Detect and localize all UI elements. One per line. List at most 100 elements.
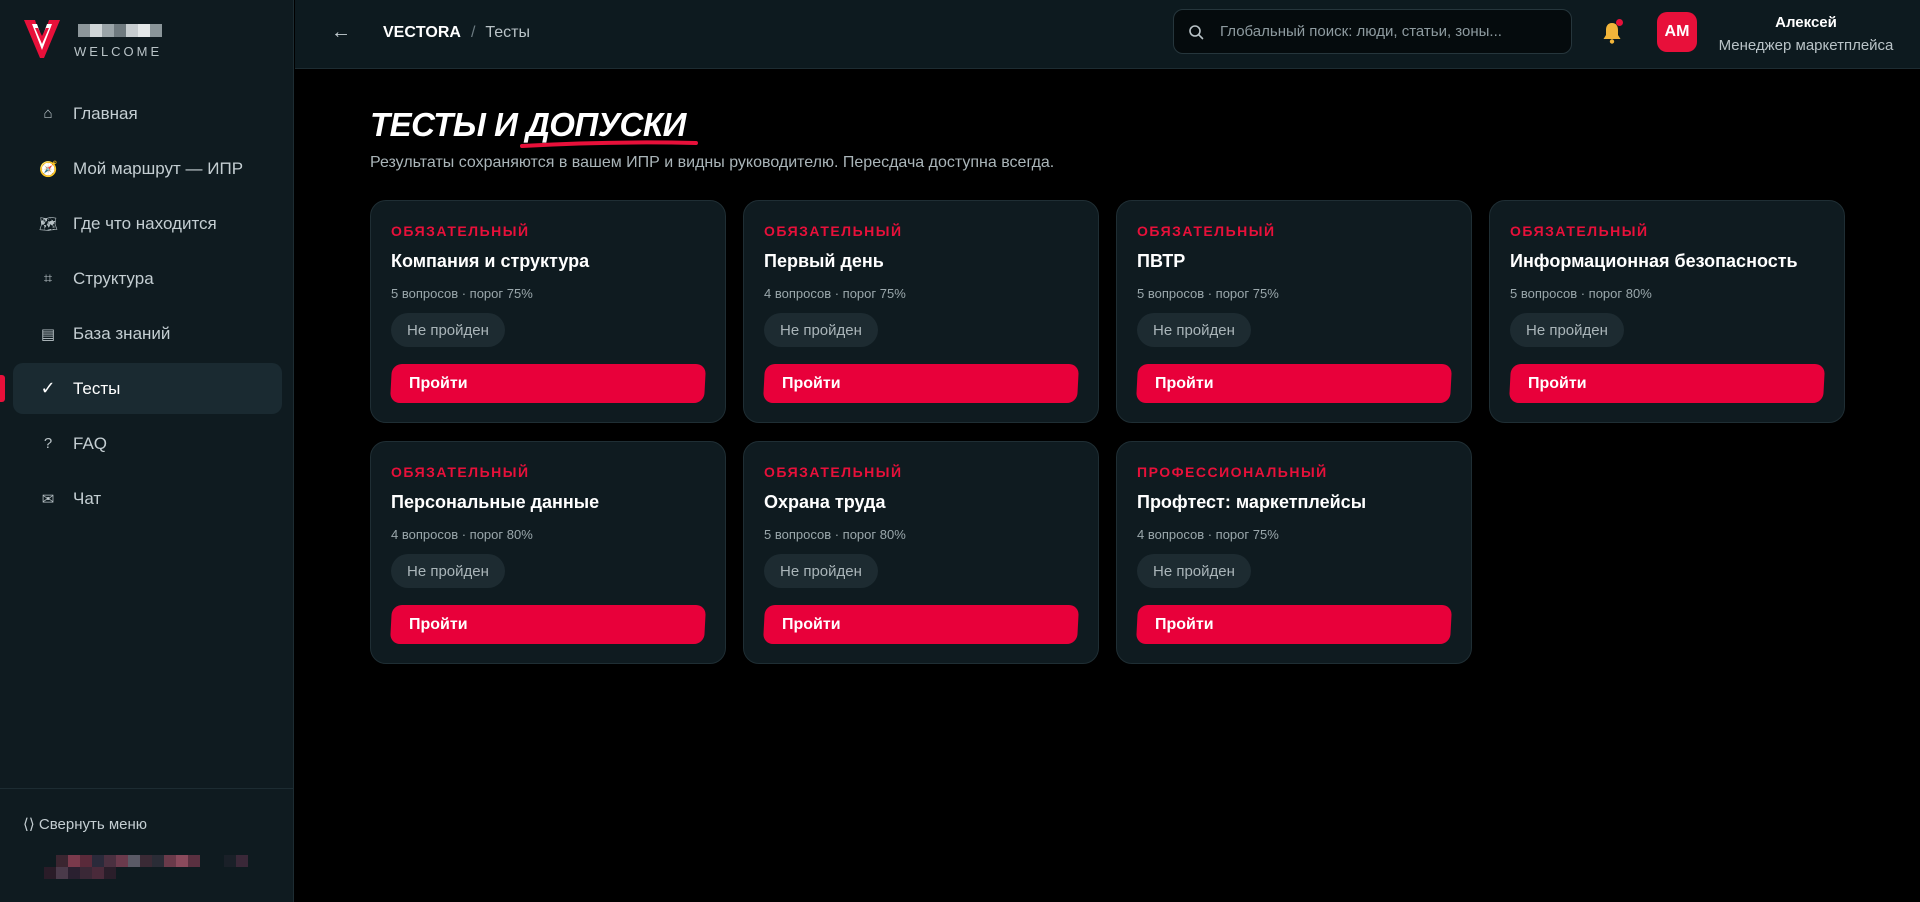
check-icon: ✓: [40, 378, 56, 398]
map-icon: 🗺: [39, 215, 59, 233]
sidebar-divider: [0, 788, 294, 789]
grid-icon: ⌗: [43, 270, 53, 287]
sidebar-item-map[interactable]: 🗺 Где что находится: [13, 198, 282, 249]
sidebar-item-label: Тесты: [73, 378, 121, 398]
test-tag: ОБЯЗАТЕЛЬНЫЙ: [391, 464, 530, 480]
test-card: ОБЯЗАТЕЛЬНЫЙ ПВТР 5 вопросов · порог 75%…: [1116, 200, 1472, 423]
test-card: ОБЯЗАТЕЛЬНЫЙ Компания и структура 5 вопр…: [370, 200, 726, 423]
start-test-button[interactable]: Пройти: [389, 364, 707, 403]
test-meta: 5 вопросов · порог 75%: [1137, 286, 1279, 301]
status-badge: Не пройден: [1510, 313, 1624, 347]
button-label: Пройти: [1155, 374, 1214, 392]
status-badge: Не пройден: [391, 554, 505, 588]
breadcrumb: VECTORA / Тесты: [383, 24, 530, 42]
question-icon: ?: [43, 435, 53, 452]
page-title: ТЕСТЫ И ДОПУСКИ: [370, 106, 686, 143]
book-icon: ▤: [40, 325, 56, 343]
start-test-button[interactable]: Пройти: [1135, 364, 1453, 403]
sidebar-nav: ⌂ Главная 🧭 Мой маршрут — ИПР 🗺 Где что …: [0, 88, 282, 528]
status-badge: Не пройден: [1137, 313, 1251, 347]
button-label: Пройти: [1155, 615, 1214, 633]
test-title: Персональные данные: [391, 492, 600, 512]
compass-icon: 🧭: [39, 160, 58, 178]
breadcrumb-root[interactable]: VECTORA: [383, 24, 461, 42]
sidebar-item-label: Структура: [73, 268, 154, 288]
sidebar-item-label: Где что находится: [73, 213, 217, 233]
status-badge: Не пройден: [391, 313, 505, 347]
notification-dot: [1616, 19, 1623, 26]
test-meta: 5 вопросов · порог 80%: [1510, 286, 1652, 301]
brand-welcome: WELCOME: [74, 44, 163, 59]
breadcrumb-current: Тесты: [485, 24, 530, 41]
test-tag: ОБЯЗАТЕЛЬНЫЙ: [764, 223, 903, 239]
logo-pixel-mark: [78, 24, 162, 37]
home-icon: ⌂: [43, 105, 53, 122]
test-title: Профтест: маркетплейсы: [1137, 492, 1367, 512]
sidebar-item-label: Главная: [73, 103, 138, 123]
status-badge: Не пройден: [764, 554, 878, 588]
global-search[interactable]: [1173, 9, 1572, 54]
status-badge: Не пройден: [1137, 554, 1251, 588]
test-card: ОБЯЗАТЕЛЬНЫЙ Персональные данные 4 вопро…: [370, 441, 726, 664]
test-meta: 4 вопросов · порог 80%: [391, 527, 533, 542]
breadcrumb-separator: /: [470, 24, 476, 41]
sidebar-item-tests[interactable]: ✓ Тесты: [0, 363, 282, 414]
start-test-button[interactable]: Пройти: [1135, 605, 1453, 644]
sidebar-item-chat[interactable]: ✉ Чат: [13, 473, 282, 524]
button-label: Пройти: [782, 374, 841, 392]
sidebar-item-structure[interactable]: ⌗ Структура: [13, 253, 282, 304]
test-card: ОБЯЗАТЕЛЬНЫЙ Информационная безопасность…: [1489, 200, 1845, 423]
sidebar-item-knowledge-base[interactable]: ▤ База знаний: [13, 308, 282, 359]
button-label: Пройти: [1528, 374, 1587, 392]
user-role: Менеджер маркетплейса: [1718, 37, 1894, 54]
test-title: Информационная безопасность: [1510, 251, 1798, 271]
page-subtitle: Результаты сохраняются в вашем ИПР и вид…: [370, 154, 1055, 171]
button-label: Пройти: [782, 615, 841, 633]
sidebar-item-route[interactable]: 🧭 Мой маршрут — ИПР: [13, 143, 282, 194]
test-title: Охрана труда: [764, 492, 886, 512]
top-header: ← VECTORA / Тесты AM Алексей Менеджер ма…: [295, 0, 1920, 69]
test-title: Первый день: [764, 251, 884, 271]
test-meta: 4 вопросов · порог 75%: [1137, 527, 1279, 542]
bell-icon[interactable]: [1600, 19, 1624, 46]
brand-logo[interactable]: WELCOME: [24, 20, 162, 59]
start-test-button[interactable]: Пройти: [762, 364, 1080, 403]
logo-v-icon: [24, 20, 60, 58]
test-meta: 5 вопросов · порог 80%: [764, 527, 906, 542]
title-underline: [520, 140, 698, 148]
button-label: Пройти: [409, 615, 468, 633]
active-indicator: [0, 375, 5, 402]
test-card: ПРОФЕССИОНАЛЬНЫЙ Профтест: маркетплейсы …: [1116, 441, 1472, 664]
test-tag: ПРОФЕССИОНАЛЬНЫЙ: [1137, 464, 1328, 480]
start-test-button[interactable]: Пройти: [389, 605, 707, 644]
test-tag: ОБЯЗАТЕЛЬНЫЙ: [1137, 223, 1276, 239]
test-tag: ОБЯЗАТЕЛЬНЫЙ: [1510, 223, 1649, 239]
sidebar: WELCOME ⌂ Главная 🧭 Мой маршрут — ИПР 🗺 …: [0, 0, 294, 902]
button-label: Пройти: [409, 374, 468, 392]
start-test-button[interactable]: Пройти: [1508, 364, 1826, 403]
test-tag: ОБЯЗАТЕЛЬНЫЙ: [764, 464, 903, 480]
sidebar-item-faq[interactable]: ? FAQ: [13, 418, 282, 469]
test-meta: 4 вопросов · порог 75%: [764, 286, 906, 301]
avatar[interactable]: AM: [1657, 12, 1697, 52]
collapse-menu-button[interactable]: ⟨⟩ Свернуть меню: [23, 815, 147, 833]
status-badge: Не пройден: [764, 313, 878, 347]
sidebar-item-label: База знаний: [73, 323, 171, 343]
test-title: ПВТР: [1137, 251, 1186, 271]
sidebar-item-label: Мой маршрут — ИПР: [73, 158, 244, 178]
test-card: ОБЯЗАТЕЛЬНЫЙ Охрана труда 5 вопросов · п…: [743, 441, 1099, 664]
sidebar-item-label: Чат: [73, 488, 102, 508]
test-title: Компания и структура: [391, 251, 590, 271]
user-footer-blurred: [44, 855, 254, 879]
test-card: ОБЯЗАТЕЛЬНЫЙ Первый день 4 вопросов · по…: [743, 200, 1099, 423]
search-icon: [1189, 24, 1204, 39]
test-tag: ОБЯЗАТЕЛЬНЫЙ: [391, 223, 530, 239]
test-meta: 5 вопросов · порог 75%: [391, 286, 533, 301]
start-test-button[interactable]: Пройти: [762, 605, 1080, 644]
mail-icon: ✉: [41, 490, 55, 508]
arrow-left-icon[interactable]: ←: [331, 21, 351, 44]
sidebar-item-home[interactable]: ⌂ Главная: [13, 88, 282, 139]
user-name: Алексей: [1775, 14, 1837, 31]
sidebar-item-label: FAQ: [73, 433, 108, 453]
search-input[interactable]: [1218, 22, 1548, 41]
